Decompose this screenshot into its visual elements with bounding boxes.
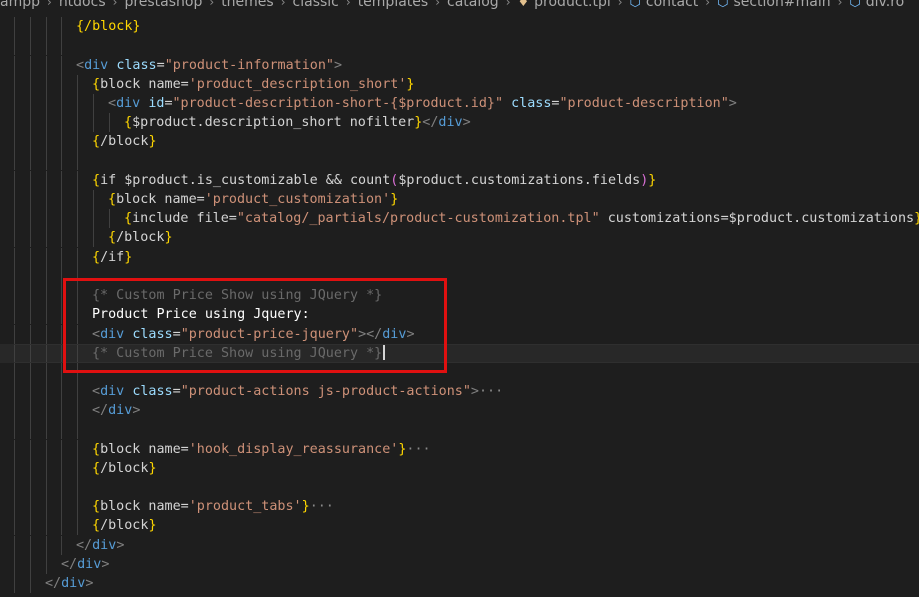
breadcrumb-label: templates [357,0,429,10]
cube-icon: ⬡ [717,0,729,10]
code-text: {block name='product_customization'} [108,192,399,207]
code-line[interactable]: </div> [0,555,919,574]
breadcrumb-item[interactable]: themes [221,0,274,10]
folded-ellipsis-icon[interactable]: ··· [479,384,503,399]
breadcrumb-separator-icon: › [112,0,118,9]
code-text: {include file="catalog/_partials/product… [124,211,919,226]
code-line[interactable]: {include file="catalog/_partials/product… [0,209,919,228]
code-line[interactable]: {/block} [0,17,919,36]
code-line[interactable]: </div> [0,401,919,420]
code-text: {$product.description_short nofilter}</d… [124,115,471,130]
breadcrumb-item[interactable]: ♦ product.tpl [518,0,611,10]
breadcrumb-label: themes [221,0,274,10]
code-line[interactable] [0,420,919,439]
code-text: </div> [61,557,110,572]
code-line[interactable] [0,478,919,497]
breadcrumb-separator-icon: › [705,0,711,9]
code-line[interactable]: {/block} [0,132,919,151]
breadcrumb-item[interactable]: ⬡ contact [630,0,699,10]
cube-icon: ⬡ [849,0,861,10]
code-text: <div class="product-actions js-product-a… [92,384,479,399]
code-line[interactable] [0,151,919,170]
code-line[interactable]: › {block name='product_tabs'}··· [0,497,919,516]
code-line[interactable]: {/if} [0,248,919,267]
breadcrumb-separator-icon: › [345,0,351,9]
code-line[interactable]: <div id="product-description-short-{$pro… [0,94,919,113]
code-line[interactable] [0,36,919,55]
breadcrumb-separator-icon: › [617,0,623,9]
code-line[interactable]: {$product.description_short nofilter}</d… [0,113,919,132]
code-line[interactable]: <div class="product-information"> [0,56,919,75]
code-line[interactable]: › <div class="product-actions js-product… [0,382,919,401]
code-text: {/block} [92,134,157,149]
code-line[interactable]: {block name='product_customization'} [0,190,919,209]
breadcrumb-item[interactable]: ⬡ section#main [717,0,831,10]
code-line[interactable]: › {block name='hook_display_reassurance'… [0,440,919,459]
code-text: {/block} [92,518,157,533]
code-text: {if $product.is_customizable && count($p… [92,173,657,188]
breadcrumb-item[interactable]: catalog [447,0,499,10]
breadcrumb-item[interactable]: htdocs [59,0,106,10]
breadcrumb-item[interactable]: ampp [0,0,40,10]
breadcrumb-label: ampp [0,0,40,10]
breadcrumb-label: div.ro [865,0,905,10]
code-text: <div id="product-description-short-{$pro… [108,96,737,111]
code-text: {/if} [92,250,133,265]
code-text: </div> [92,403,141,418]
breadcrumb-label: htdocs [58,0,106,10]
highlight-annotation-box [63,278,447,373]
code-text: {block name='product_description_short'} [92,77,415,92]
breadcrumb-label: classic [292,0,339,10]
code-text: {block name='product_tabs'} [92,499,310,514]
breadcrumb-label: catalog [447,0,499,10]
lightbulb-icon: ♦ [517,0,530,10]
breadcrumb-item[interactable]: ⬡ div.ro [849,0,904,10]
breadcrumb-label: contact [645,0,699,10]
breadcrumb-separator-icon: › [47,0,52,9]
breadcrumb-label: product.tpl [534,0,611,10]
breadcrumb-label: prestashop [124,0,203,10]
breadcrumb-separator-icon: › [209,0,215,9]
code-text: <div class="product-information"> [76,58,343,73]
code-text: {block name='hook_display_reassurance'} [92,442,407,457]
code-text: </div> [76,538,125,553]
code-text: </div> [45,576,94,591]
breadcrumb-separator-icon: › [435,0,440,9]
breadcrumb-separator-icon: › [280,0,286,9]
cube-icon: ⬡ [629,0,641,10]
code-text: {/block} [92,461,157,476]
breadcrumb[interactable]: ampp › htdocs › prestashop › themes › classic › te… [0,0,919,11]
folded-ellipsis-icon[interactable]: ··· [310,499,334,514]
breadcrumb-separator-icon: › [837,0,843,9]
code-line[interactable]: </div> [0,574,919,593]
code-line[interactable]: {block name='product_description_short'} [0,75,919,94]
code-line[interactable]: </div> [0,536,919,555]
code-line[interactable]: {/block} [0,459,919,478]
code-line[interactable]: {/block} [0,516,919,535]
breadcrumb-item[interactable]: templates [358,0,429,10]
code-line[interactable]: {if $product.is_customizable && count($p… [0,171,919,190]
folded-ellipsis-icon[interactable]: ··· [406,442,430,457]
code-line[interactable]: {/block} [0,228,919,247]
breadcrumb-item[interactable]: classic [293,0,339,10]
breadcrumb-label: section#main [733,0,831,10]
breadcrumb-item[interactable]: prestashop [124,0,202,10]
code-text: {/block} [108,230,173,245]
breadcrumb-separator-icon: › [505,0,511,9]
